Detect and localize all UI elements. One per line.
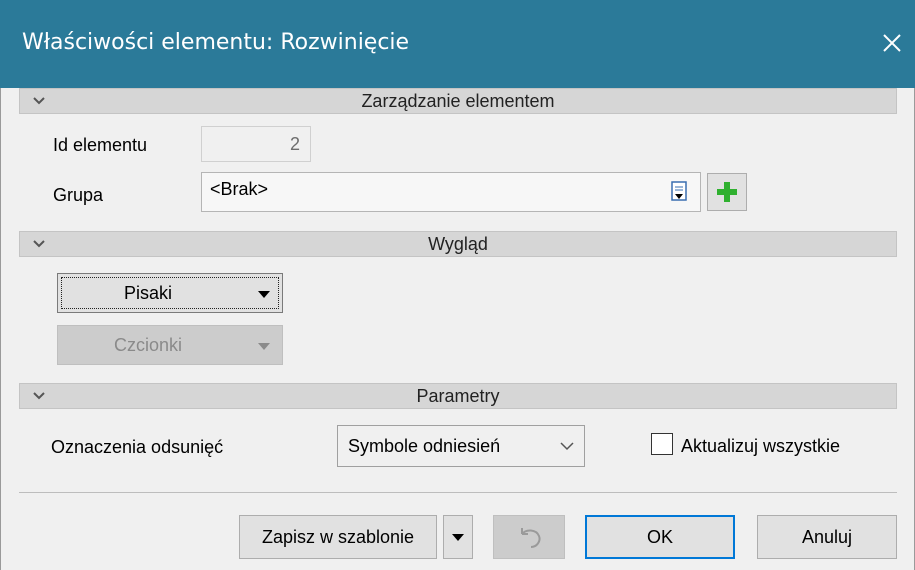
pens-label: Pisaki [123, 283, 172, 303]
offset-label: Oznaczenia odsunięć [51, 437, 224, 457]
group-value: <Brak> [210, 179, 269, 199]
close-icon[interactable] [875, 26, 909, 60]
section-title: Zarządzanie elementem [361, 91, 555, 111]
section-title: Wygląd [428, 234, 488, 254]
window-title: Właściwości elementu: Rozwinięcie [22, 30, 410, 55]
id-field: 2 [201, 126, 311, 162]
document-dropdown-icon[interactable] [670, 181, 688, 203]
footer-divider [19, 492, 897, 493]
update-all-label: Aktualizuj wszystkie [681, 436, 841, 456]
pens-button[interactable]: Pisaki [57, 273, 283, 313]
fonts-label: Czcionki [113, 335, 183, 355]
ok-button[interactable]: OK [585, 515, 735, 559]
save-template-button[interactable]: Zapisz w szablonie [239, 515, 437, 559]
dialog-body: Zarządzanie elementem Id elementu 2 Grup… [0, 88, 915, 570]
chevron-down-icon [560, 442, 574, 451]
dropdown-arrow-icon [258, 291, 270, 298]
section-title: Parametry [416, 386, 500, 406]
cancel-button[interactable]: Anuluj [757, 515, 897, 559]
save-template-dropdown-button[interactable] [443, 515, 473, 559]
offset-value: Symbole odniesień [348, 436, 501, 456]
offset-select[interactable]: Symbole odniesień [337, 425, 585, 467]
id-label: Id elementu [53, 135, 148, 155]
plus-icon [717, 182, 737, 202]
update-all-checkbox[interactable] [651, 433, 673, 455]
id-value: 2 [289, 134, 300, 154]
dropdown-arrow-icon [258, 343, 270, 350]
ok-label: OK [646, 527, 673, 547]
restore-button[interactable] [493, 515, 565, 559]
group-label: Grupa [53, 185, 104, 205]
fonts-button[interactable]: Czcionki [57, 325, 283, 365]
save-template-label: Zapisz w szablonie [261, 527, 415, 547]
cancel-label: Anuluj [801, 527, 853, 547]
add-group-button[interactable] [707, 173, 747, 211]
section-header-parameters[interactable]: Parametry [19, 383, 897, 409]
dropdown-arrow-icon [452, 534, 464, 541]
group-field[interactable]: <Brak> [201, 172, 701, 212]
title-bar: Właściwości elementu: Rozwinięcie [0, 0, 915, 88]
undo-icon [521, 528, 541, 548]
section-header-appearance[interactable]: Wygląd [19, 231, 897, 257]
section-header-management[interactable]: Zarządzanie elementem [19, 88, 897, 114]
